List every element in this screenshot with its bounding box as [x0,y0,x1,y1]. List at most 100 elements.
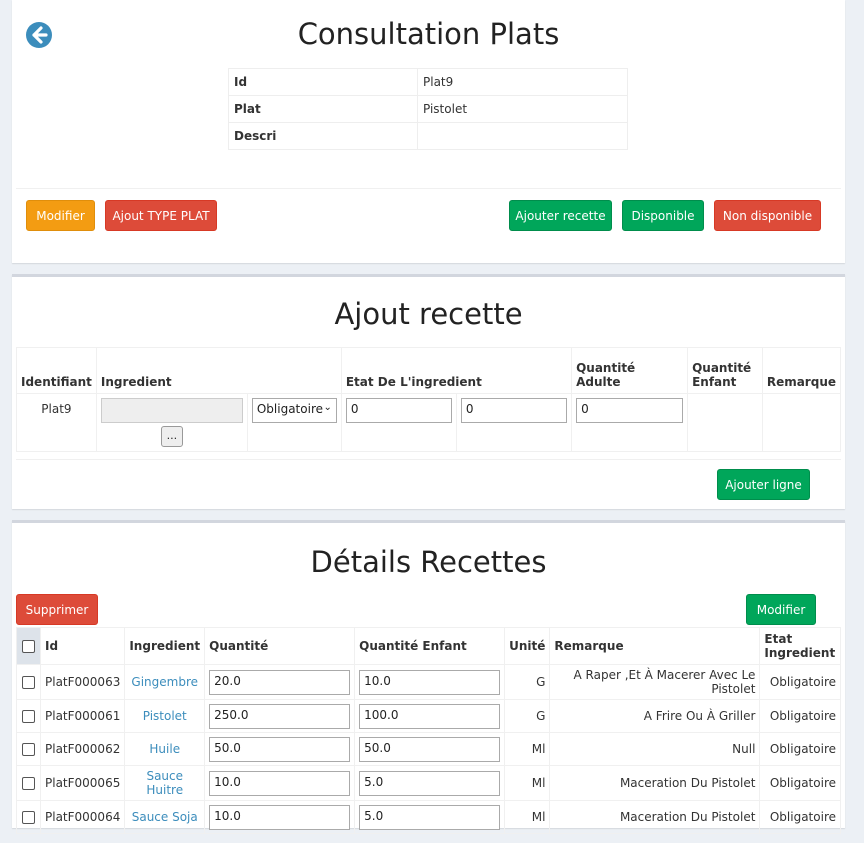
input-cell: 0 [340,393,457,452]
row-checkbox-cell [16,664,41,700]
table-row: PlatF000064 Sauce Soja 10.0 5.0 Ml Macer… [16,800,841,834]
quantite-enfant-input[interactable]: 5.0 [359,804,501,830]
info-label: Descri [228,122,418,150]
ajout-recette-box: Ajout recette Identifiant Ingredient Eta… [12,274,845,509]
cell-unite: G [504,664,551,700]
info-row-plat: Plat Pistolet [228,95,628,123]
cell-quantite-enfant: 5.0 [354,765,506,801]
cell-remarque: A Frire Ou À Griller [549,699,761,733]
quantite-input[interactable]: 20.0 [209,669,351,695]
header-etat: Etat De L'ingredient [340,347,573,394]
quantite-input[interactable]: 50.0 [209,736,351,762]
cell-id: PlatF000064 [39,800,126,834]
ingredient-cell: ... [95,393,248,452]
cell-quantite-enfant: 5.0 [354,800,506,834]
quantity-input-3[interactable]: 0 [576,398,684,423]
quantite-enfant-input[interactable]: 100.0 [359,703,501,729]
ingredient-link[interactable]: Pistolet [143,709,187,723]
identifiant-value: Plat9 [16,393,97,452]
table-row: PlatF000062 Huile 50.0 50.0 Ml Null Obli… [16,732,841,766]
table-row: PlatF000061 Pistolet 250.0 100.0 G A Fri… [16,699,841,733]
modifier-button[interactable]: Modifier [26,200,95,231]
table-row: PlatF000063 Gingembre 20.0 10.0 G A Rape… [16,664,841,700]
row-checkbox[interactable] [22,676,35,689]
input-cell: 0 [455,393,573,452]
empty-cell [761,393,842,452]
plat-info-table: Id Plat9 Plat Pistolet Descri [228,68,628,150]
non-disponible-button[interactable]: Non disponible [714,200,821,231]
row-checkbox-cell [16,800,41,834]
ajouter-ligne-button[interactable]: Ajouter ligne [717,469,810,500]
cell-etat: Obligatoire [759,765,841,801]
header-identifiant: Identifiant [16,347,97,394]
select-cell: Obligatoire ⌄ [246,393,342,452]
table-header-row: Identifiant Ingredient Etat De L'ingredi… [16,347,842,394]
info-label: Plat [228,95,418,123]
cell-ingredient: Pistolet [124,699,206,733]
ingredient-input[interactable] [100,398,243,423]
cell-etat: Obligatoire [759,800,841,834]
row-checkbox[interactable] [22,777,35,790]
details-recettes-box: Détails Recettes Supprimer Modifier Id I… [12,520,845,834]
row-checkbox-cell [16,699,41,733]
info-value: Pistolet [417,95,628,123]
header-quantite-enfant: Quantité Enfant [354,627,506,665]
page-title: Consultation Plats [297,17,560,51]
row-checkbox[interactable] [22,710,35,723]
table-row: PlatF000065 Sauce Huitre 10.0 5.0 Ml Mac… [16,765,841,801]
divider [16,459,841,460]
table-header-row: Id Ingredient Quantité Quantité Enfant U… [16,627,841,665]
ingredient-link[interactable]: Huile [149,742,180,756]
cell-id: PlatF000062 [39,732,126,766]
header-ingredient: Ingredient [95,347,342,394]
cell-id: PlatF000065 [39,765,126,801]
ajout-recette-table: Identifiant Ingredient Etat De L'ingredi… [16,347,842,452]
header-qte-enfant: Quantité Enfant [687,347,763,394]
cell-unite: Ml [504,765,551,801]
header-id: Id [39,627,126,665]
etat-select[interactable]: Obligatoire ⌄ [251,398,337,423]
quantite-enfant-input[interactable]: 50.0 [359,736,501,762]
cell-remarque: Maceration Du Pistolet [549,765,761,801]
divider [16,188,841,189]
quantite-enfant-input[interactable]: 5.0 [359,770,501,796]
cell-ingredient: Sauce Soja [124,800,206,834]
cell-etat: Obligatoire [759,732,841,766]
quantity-input-2[interactable]: 0 [460,398,567,423]
ingredient-link[interactable]: Sauce Soja [132,810,198,824]
quantite-input[interactable]: 10.0 [209,804,351,830]
cell-quantite-enfant: 50.0 [354,732,506,766]
quantite-input[interactable]: 10.0 [209,770,351,796]
quantite-enfant-input[interactable]: 10.0 [359,669,501,695]
cell-ingredient: Sauce Huitre [124,765,206,801]
browse-button[interactable]: ... [160,426,183,447]
ingredient-link[interactable]: Gingembre [131,675,198,689]
supprimer-button[interactable]: Supprimer [16,594,98,625]
quantity-input-1[interactable]: 0 [345,398,452,423]
quantite-input[interactable]: 250.0 [209,703,351,729]
cell-remarque: A Raper ,Et À Macerer Avec Le Pistolet [549,664,761,700]
cell-quantite: 250.0 [204,699,356,733]
cell-quantite: 10.0 [204,800,356,834]
chevron-down-icon: ⌄ [323,402,332,413]
row-checkbox[interactable] [22,743,35,756]
cell-id: PlatF000061 [39,699,126,733]
cell-ingredient: Gingembre [124,664,206,700]
cell-unite: Ml [504,800,551,834]
cell-quantite: 10.0 [204,765,356,801]
disponible-button[interactable]: Disponible [622,200,704,231]
header-remarque: Remarque [549,627,761,665]
ajout-type-plat-button[interactable]: Ajout TYPE PLAT [105,200,217,231]
modifier-details-button[interactable]: Modifier [746,594,816,625]
select-all-cell [16,627,41,665]
info-value: Plat9 [417,68,628,96]
select-all-checkbox[interactable] [22,640,35,653]
cell-quantite: 20.0 [204,664,356,700]
info-row-descri: Descri [228,122,628,150]
cell-remarque: Null [549,732,761,766]
ingredient-link[interactable]: Sauce Huitre [146,769,183,797]
row-checkbox[interactable] [22,811,35,824]
cell-etat: Obligatoire [759,699,841,733]
cell-unite: Ml [504,732,551,766]
ajouter-recette-button[interactable]: Ajouter recette [509,200,612,231]
